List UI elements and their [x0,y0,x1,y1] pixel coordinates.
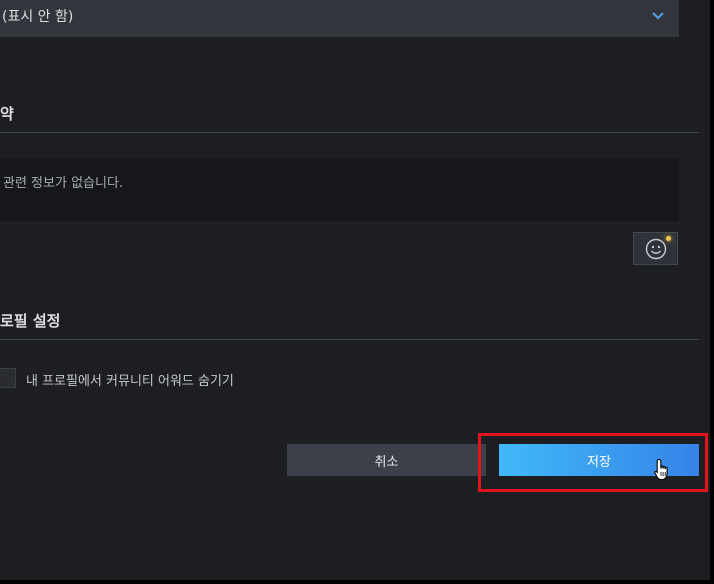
summary-textarea[interactable]: 관련 정보가 없습니다. [0,158,679,221]
notification-dot [666,236,671,241]
hide-awards-checkbox[interactable] [0,368,16,388]
save-button-highlight [478,433,708,492]
summary-text: 관련 정보가 없습니다. [3,176,124,191]
smiley-icon [645,238,666,259]
profile-settings-title: 로필 설정 [0,312,61,330]
visibility-dropdown[interactable]: (표시 안 함) [0,0,679,37]
summary-divider [0,132,699,133]
cancel-button[interactable]: 취소 [287,444,486,476]
chevron-down-icon [652,12,664,20]
hand-cursor-icon [654,458,668,481]
profile-edit-panel: (표시 안 함) 약 관련 정보가 없습니다. 로필 설정 내 프로필에서 커뮤… [0,0,712,582]
hide-awards-label: 내 프로필에서 커뮤니티 어워드 숨기기 [26,374,234,389]
profile-settings-divider [0,339,699,340]
visibility-dropdown-value: (표시 안 함) [2,8,74,25]
summary-section-title: 약 [0,105,14,123]
emoji-picker-button[interactable] [633,232,678,265]
